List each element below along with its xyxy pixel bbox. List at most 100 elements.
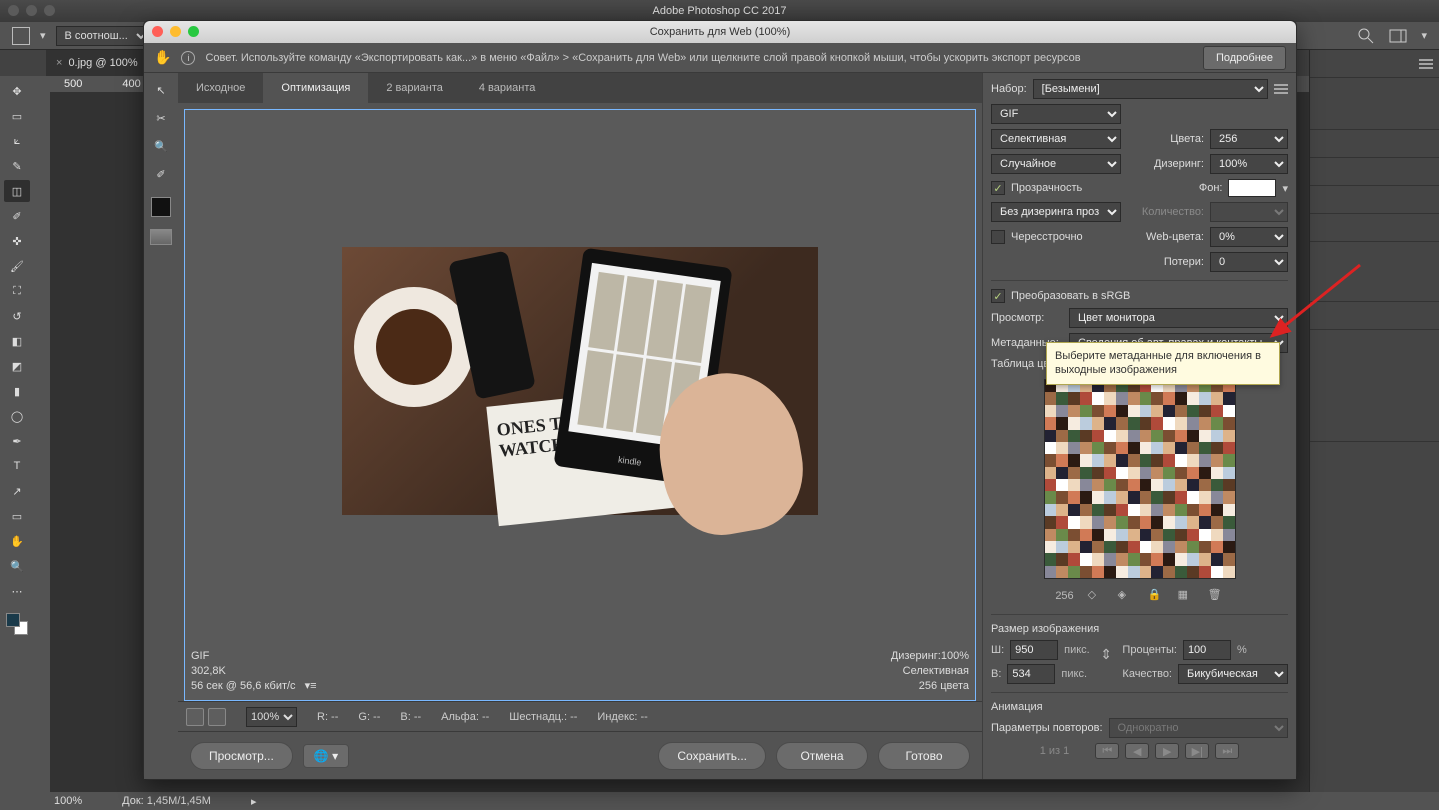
minimize-icon[interactable] xyxy=(26,5,37,16)
transparency-map-icon[interactable]: ◇ xyxy=(1088,588,1104,604)
chevron-down-icon[interactable]: ▾ xyxy=(1282,182,1288,195)
index-value: Индекс: -- xyxy=(597,711,647,723)
eyedropper-icon[interactable]: ✐ xyxy=(149,163,173,185)
dodge-tool-icon[interactable]: ◯ xyxy=(4,405,30,427)
search-icon[interactable] xyxy=(1357,27,1375,45)
move-tool-icon[interactable]: ✥ xyxy=(4,80,30,102)
close-icon[interactable]: × xyxy=(56,57,62,69)
first-frame-icon: ⏮ xyxy=(1095,743,1119,759)
close-icon[interactable] xyxy=(152,26,163,37)
zoom-select[interactable]: 100% xyxy=(246,707,297,727)
color-table-controls: 256 ◇ ◈ 🔒 ▦ 🗑 xyxy=(991,586,1288,606)
websnap-select[interactable]: 0% xyxy=(1210,227,1288,247)
image-preview[interactable]: ONES T WATCH kindle GIF 302,8K 56 сек @ … xyxy=(184,109,976,701)
ratio-select[interactable]: В соотнош... xyxy=(56,26,150,46)
dither-select[interactable]: 100% xyxy=(1210,154,1288,174)
quality-select[interactable]: Бикубическая xyxy=(1178,664,1288,684)
dither-algo-select[interactable]: Случайное xyxy=(991,154,1121,174)
format-select[interactable]: GIF xyxy=(991,104,1121,124)
tab-4up[interactable]: 4 варианта xyxy=(461,73,554,103)
lock-icon[interactable]: 🔒 xyxy=(1148,588,1164,604)
constrain-link-icon[interactable]: ⇕ xyxy=(1100,640,1113,668)
tools-panel: ✥ ▭ ⟀ ✎ ◫ ✐ ✜ 🖌 ⛶ ↺ ◧ ◩ ▮ ◯ ✒ T ↗ ▭ ✋ 🔍 … xyxy=(0,76,34,810)
chevron-down-icon[interactable]: ▾ xyxy=(1421,29,1427,42)
zoom-tool-icon[interactable]: 🔍 xyxy=(149,135,173,157)
settings-panel: Набор: [Безымени] GIF Селективная Цвета:… xyxy=(982,73,1296,779)
shift-color-icon[interactable]: ◈ xyxy=(1118,588,1134,604)
gradient-tool-icon[interactable]: ◩ xyxy=(4,355,30,377)
matte-color[interactable] xyxy=(1228,179,1276,197)
marquee-tool-icon[interactable]: ▭ xyxy=(4,105,30,127)
trans-dither-select[interactable]: Без дизеринга проз... xyxy=(991,202,1121,222)
learn-more-button[interactable]: Подробнее xyxy=(1203,46,1286,70)
percent-label: Проценты: xyxy=(1122,644,1177,656)
chevron-down-icon[interactable]: ▾ xyxy=(40,29,46,42)
trash-icon[interactable]: 🗑 xyxy=(1208,588,1224,604)
interlaced-checkbox[interactable] xyxy=(991,230,1005,244)
zoom-icon[interactable] xyxy=(188,26,199,37)
save-button[interactable]: Сохранить... xyxy=(658,742,766,770)
preset-select[interactable]: [Безымени] xyxy=(1033,79,1268,99)
status-doc: Док: 1,45M/1,45M xyxy=(122,795,211,807)
browser-preview-icon[interactable]: 🌐 ▾ xyxy=(303,744,349,768)
lossy-select[interactable]: 0 xyxy=(1210,252,1288,272)
pointer-icon[interactable]: ↖ xyxy=(149,79,173,101)
new-color-icon[interactable]: ▦ xyxy=(1178,588,1194,604)
history-brush-icon[interactable]: ↺ xyxy=(4,305,30,327)
tab-original[interactable]: Исходное xyxy=(178,73,263,103)
color-table[interactable] xyxy=(1044,379,1236,579)
crop-icon[interactable] xyxy=(12,27,30,45)
eyedropper-color[interactable] xyxy=(151,197,171,217)
minimize-icon[interactable] xyxy=(170,26,181,37)
quick-select-tool-icon[interactable]: ✎ xyxy=(4,155,30,177)
tab-2up[interactable]: 2 варианта xyxy=(368,73,461,103)
brush-tool-icon[interactable]: 🖌 xyxy=(4,255,30,277)
info-icon: i xyxy=(181,51,195,65)
blur-tool-icon[interactable]: ▮ xyxy=(4,380,30,402)
more-tools-icon[interactable]: ⋯ xyxy=(4,580,30,602)
document-tab[interactable]: × 0.jpg @ 100% xyxy=(46,50,149,76)
preview-button[interactable]: Просмотр... xyxy=(190,742,293,770)
panel-menu-icon[interactable] xyxy=(1274,83,1288,95)
reduction-select[interactable]: Селективная xyxy=(991,129,1121,149)
width-input[interactable] xyxy=(1010,640,1058,660)
type-tool-icon[interactable]: T xyxy=(4,455,30,477)
hand-tool-icon[interactable]: ✋ xyxy=(4,530,30,552)
cancel-button[interactable]: Отмена xyxy=(776,742,868,770)
path-select-icon[interactable]: ↗ xyxy=(4,480,30,502)
close-icon[interactable] xyxy=(8,5,19,16)
traffic-lights xyxy=(8,5,55,16)
stamp-tool-icon[interactable]: ⛶ xyxy=(4,280,30,302)
preview-select[interactable]: Цвет монитора xyxy=(1069,308,1288,328)
panel-menu-icon[interactable] xyxy=(1419,58,1433,70)
pen-tool-icon[interactable]: ✒ xyxy=(4,430,30,452)
percent-input[interactable] xyxy=(1183,640,1231,660)
srgb-checkbox[interactable] xyxy=(991,289,1005,303)
chevron-right-icon[interactable]: ▸ xyxy=(251,795,257,808)
preview-tabs: Исходное Оптимизация 2 варианта 4 вариан… xyxy=(178,73,982,103)
four-up-icon[interactable] xyxy=(208,708,226,726)
color-swatches[interactable] xyxy=(6,613,28,635)
colors-select[interactable]: 256 xyxy=(1210,129,1288,149)
height-input[interactable] xyxy=(1007,664,1055,684)
tab-optimized[interactable]: Оптимизация xyxy=(263,73,368,103)
zoom-tool-icon[interactable]: 🔍 xyxy=(4,555,30,577)
shape-tool-icon[interactable]: ▭ xyxy=(4,505,30,527)
alpha-value: Альфа: -- xyxy=(441,711,489,723)
lasso-tool-icon[interactable]: ⟀ xyxy=(4,130,30,152)
width-label: Ш: xyxy=(991,644,1004,656)
healing-tool-icon[interactable]: ✜ xyxy=(4,230,30,252)
slice-visibility-toggle[interactable] xyxy=(150,229,172,245)
eraser-tool-icon[interactable]: ◧ xyxy=(4,330,30,352)
preview-meta-left: GIF 302,8K 56 сек @ 56,6 кбит/с ▾≡ xyxy=(191,649,317,694)
done-button[interactable]: Готово xyxy=(878,742,970,770)
dialog-traffic-lights xyxy=(152,26,199,37)
preset-label: Набор: xyxy=(991,83,1027,95)
transparency-checkbox[interactable] xyxy=(991,181,1005,195)
eyedropper-tool-icon[interactable]: ✐ xyxy=(4,205,30,227)
crop-tool-icon[interactable]: ◫ xyxy=(4,180,30,202)
zoom-icon[interactable] xyxy=(44,5,55,16)
slice-tool-icon[interactable]: ✂ xyxy=(149,107,173,129)
workspace-icon[interactable] xyxy=(1389,27,1407,45)
one-up-icon[interactable] xyxy=(186,708,204,726)
